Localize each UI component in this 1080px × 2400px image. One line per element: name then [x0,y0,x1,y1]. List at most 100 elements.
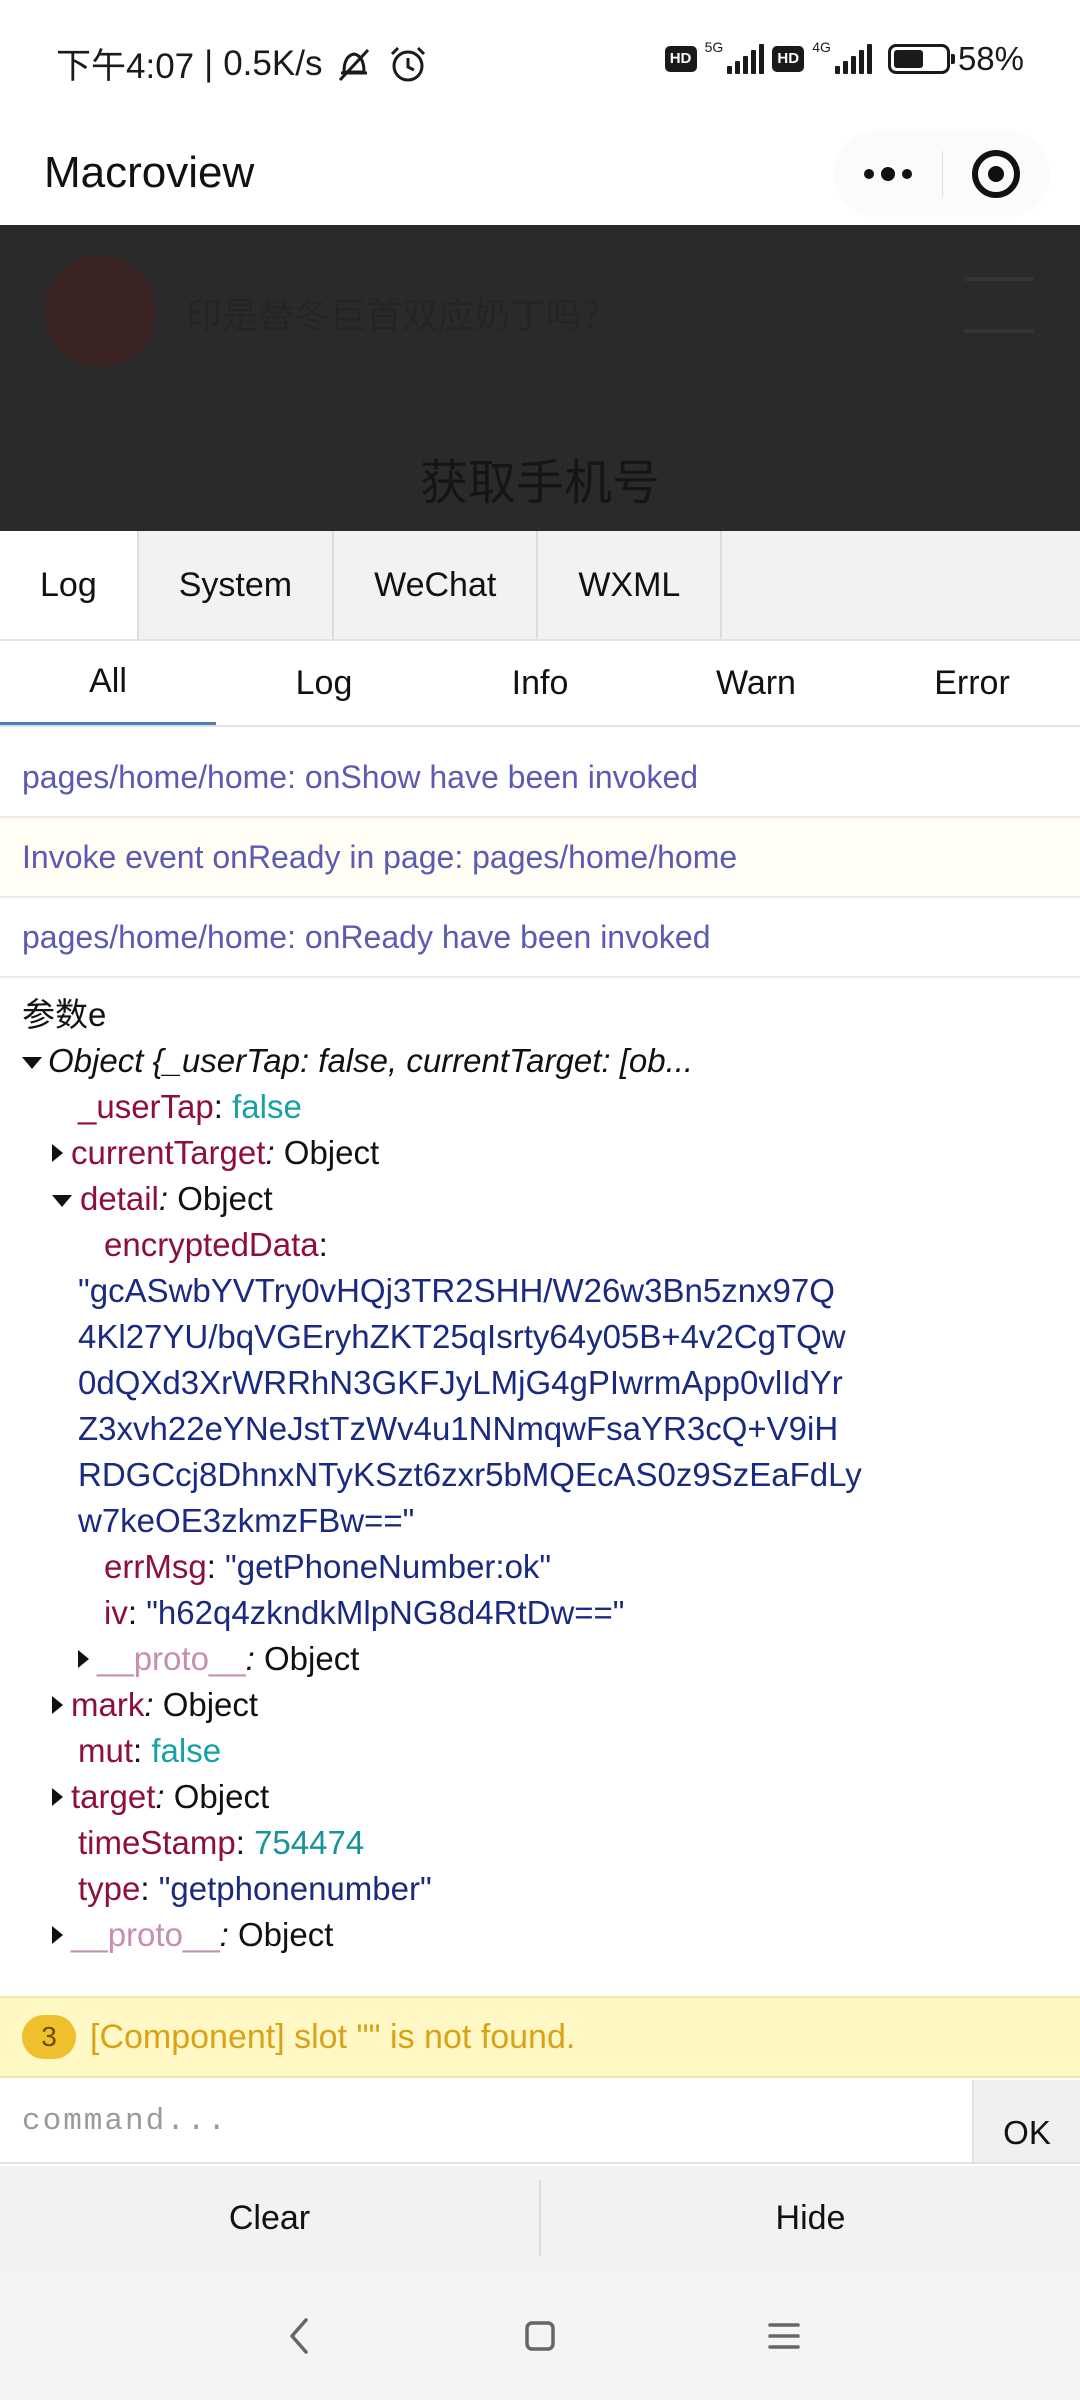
hd-badge-2: HD [772,46,805,72]
prop-value: "getPhoneNumber:ok" [225,1548,552,1585]
prop-row-expandable[interactable]: __proto__: Object [22,1636,1080,1682]
prop-row: iv: "h62q4zkndkMlpNG8d4RtDw==" [22,1590,1080,1636]
prop-row-expandable[interactable]: currentTarget: Object [22,1130,1080,1176]
status-left: 下午4:07 | 0.5K/s [56,38,430,89]
prop-key: currentTarget [71,1134,266,1171]
hide-button[interactable]: Hide [541,2166,1080,2270]
prop-row-expandable[interactable]: detail: Object [22,1176,1080,1222]
console-action-bar: Clear Hide [0,2166,1080,2270]
log-label: 参数e [22,996,107,1033]
prop-value: Object [237,1916,334,1953]
prop-row: mut: false [22,1728,1080,1774]
back-icon[interactable] [272,2308,328,2364]
prop-key: __proto__ [71,1916,220,1953]
prop-key: mut [78,1732,134,1769]
clear-button[interactable]: Clear [0,2166,539,2270]
log-level-filters: All Log Info Warn Error [0,641,1080,727]
prop-value: Object [177,1180,273,1217]
collapsed-arrow-icon [78,1650,89,1668]
tab-system[interactable]: System [139,531,335,639]
recent-apps-icon[interactable] [756,2308,812,2364]
encrypted-data-value: "gcASwbYVTry0vHQj3TR2SHH/W26w3Bn5znx97Q … [78,1272,862,1539]
prop-value: 754474 [254,1824,365,1861]
prop-row: errMsg: "getPhoneNumber:ok" [22,1544,1080,1590]
tab-wxml[interactable]: WXML [538,531,723,639]
prop-key: timeStamp [78,1824,236,1861]
target-close-icon [972,150,1021,198]
command-row: OK [0,2080,1080,2164]
prop-value: Object [173,1778,270,1815]
signal-icon-sim1 [727,44,765,74]
tab-log[interactable]: Log [0,531,139,639]
filter-error[interactable]: Error [864,641,1080,725]
user-avatar [44,255,156,367]
expanded-arrow-icon [52,1195,72,1207]
command-input[interactable] [0,2080,972,2162]
log-entry: pages/home/home: onShow have been invoke… [0,738,1080,818]
prop-value: Object [162,1686,259,1723]
menu-icon [964,277,1034,333]
log-entry: pages/home/home: onReady have been invok… [0,898,1080,978]
mini-program-nav-bar: Macroview [0,125,1080,225]
filter-info[interactable]: Info [432,641,648,725]
prop-key: type [78,1870,141,1907]
prop-key: iv [104,1594,128,1631]
app-title: Macroview [44,148,255,197]
status-right: HD 5G HD 4G 58% [664,39,1024,78]
battery-percent: 58% [957,40,1024,77]
hd-badge: HD [664,46,697,72]
console-tabs: Log System WeChat WXML [0,531,1080,641]
home-icon[interactable] [512,2308,568,2364]
filter-warn[interactable]: Warn [648,641,864,725]
prop-key: target [71,1778,156,1815]
prop-row: _userTap: false [22,1084,1080,1130]
network-type-sim1: 5G [704,39,724,55]
tab-wechat[interactable]: WeChat [334,531,539,639]
network-type-sim2: 4G [812,39,831,55]
collapsed-arrow-icon [52,1144,63,1162]
prop-value: "h62q4zkndkMlpNG8d4RtDw==" [146,1594,625,1631]
capsule-menu [834,131,1050,217]
prop-row: type: "getphonenumber" [22,1866,1080,1912]
prop-key: errMsg [104,1548,207,1585]
log-entry: Invoke event onReady in page: pages/home… [0,818,1080,898]
close-mini-program-button[interactable] [943,131,1051,217]
prop-row-expandable[interactable]: mark: Object [22,1682,1080,1728]
page-overlay: 印是替冬巨首双应奶丁吗？ 获取手机号 [0,225,1080,531]
filter-all[interactable]: All [0,641,216,725]
status-separator: | [204,43,214,83]
prop-row: timeStamp: 754474 [22,1820,1080,1866]
get-phone-number-button: 获取手机号 [419,457,660,510]
prop-key: _userTap [78,1088,214,1125]
vconsole-panel: Log System WeChat WXML All Log Info Warn… [0,531,1080,2270]
object-log-entry: 参数e Object {_userTap: false, currentTarg… [0,978,1080,1958]
object-summary: Object {_userTap: false, currentTarget: … [48,1042,694,1079]
collapsed-arrow-icon [52,1926,63,1944]
status-time: 下午4:07 [56,47,195,86]
collapsed-arrow-icon [52,1788,63,1806]
prop-value: false [232,1088,302,1125]
prop-value: "getphonenumber" [158,1870,432,1907]
more-options-button[interactable] [834,131,942,217]
warning-log-entry: 3 [Component] slot "" is not found. [0,1996,1080,2078]
prop-row-expandable[interactable]: target: Object [22,1774,1080,1820]
collapsed-arrow-icon [52,1696,63,1714]
prop-key: __proto__ [97,1640,246,1677]
prop-value: false [151,1732,222,1769]
prop-key: detail [80,1180,159,1217]
repeat-count-badge: 3 [22,2015,76,2059]
ok-button[interactable]: OK [972,2080,1080,2162]
mute-bell-icon [332,42,376,86]
page-header-text: 印是替冬巨首双应奶丁吗？ [186,295,619,336]
prop-row-expandable[interactable]: __proto__: Object [22,1912,1080,1958]
filter-log[interactable]: Log [216,641,432,725]
object-summary-row[interactable]: Object {_userTap: false, currentTarget: … [22,1038,1080,1084]
prop-value: Object [263,1640,360,1677]
expanded-arrow-icon [22,1057,42,1069]
prop-row: encryptedData: [22,1222,1080,1268]
prop-key: mark [71,1686,145,1723]
prop-key: encryptedData [104,1226,319,1263]
log-list[interactable]: pages/home/home: onShow have been invoke… [0,738,1080,1988]
network-speed: 0.5K/s [223,43,323,83]
alarm-icon [386,42,430,86]
